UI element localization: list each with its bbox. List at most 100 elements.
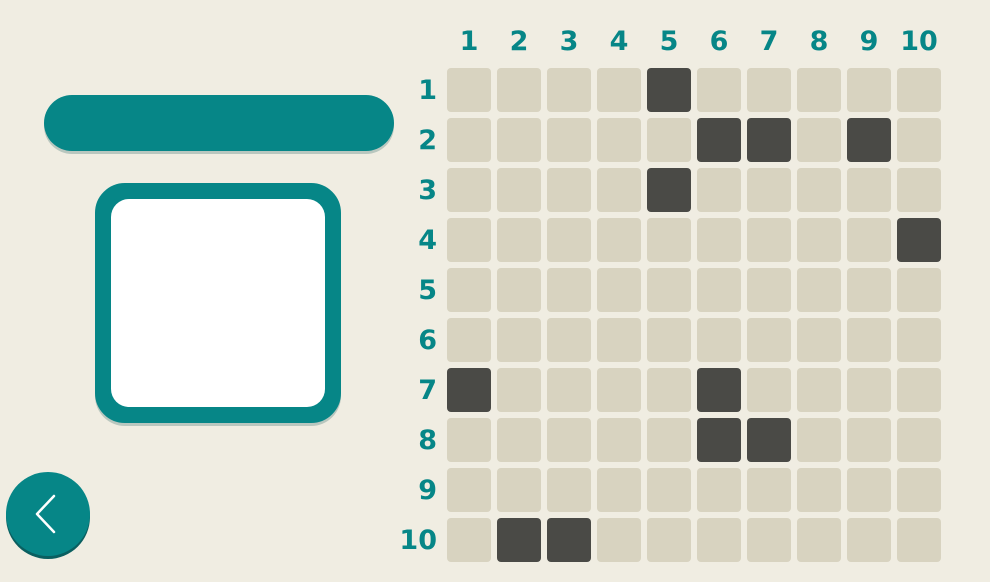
grid-cell-empty[interactable] bbox=[897, 418, 941, 462]
grid-cell-filled[interactable] bbox=[847, 118, 891, 162]
grid-cell-empty[interactable] bbox=[897, 118, 941, 162]
grid-cell-empty[interactable] bbox=[597, 168, 641, 212]
grid-cell-filled[interactable] bbox=[697, 368, 741, 412]
grid-cell-empty[interactable] bbox=[597, 518, 641, 562]
grid-cell-empty[interactable] bbox=[897, 318, 941, 362]
grid-cell-empty[interactable] bbox=[597, 218, 641, 262]
grid-cell-empty[interactable] bbox=[847, 218, 891, 262]
grid-cell-empty[interactable] bbox=[497, 468, 541, 512]
grid-cell-empty[interactable] bbox=[597, 368, 641, 412]
grid-cell-empty[interactable] bbox=[797, 418, 841, 462]
grid-cell-empty[interactable] bbox=[797, 118, 841, 162]
grid-cell-empty[interactable] bbox=[797, 218, 841, 262]
grid-cell-empty[interactable] bbox=[847, 68, 891, 112]
grid-cell-empty[interactable] bbox=[547, 318, 591, 362]
grid-cell-empty[interactable] bbox=[747, 218, 791, 262]
grid-cell-empty[interactable] bbox=[747, 468, 791, 512]
grid-cell-empty[interactable] bbox=[647, 118, 691, 162]
grid-cell-empty[interactable] bbox=[597, 418, 641, 462]
grid-cell-empty[interactable] bbox=[697, 518, 741, 562]
grid-cell-empty[interactable] bbox=[597, 468, 641, 512]
grid-cell-empty[interactable] bbox=[597, 118, 641, 162]
grid-cell-filled[interactable] bbox=[647, 168, 691, 212]
grid-cell-filled[interactable] bbox=[747, 418, 791, 462]
grid-cell-empty[interactable] bbox=[747, 518, 791, 562]
grid-cell-empty[interactable] bbox=[447, 518, 491, 562]
grid-cell-empty[interactable] bbox=[497, 318, 541, 362]
grid-cell-filled[interactable] bbox=[747, 118, 791, 162]
grid-cell-empty[interactable] bbox=[847, 368, 891, 412]
grid-cell-empty[interactable] bbox=[447, 268, 491, 312]
grid-cell-empty[interactable] bbox=[897, 68, 941, 112]
grid-cell-empty[interactable] bbox=[497, 368, 541, 412]
grid-cell-empty[interactable] bbox=[547, 368, 591, 412]
grid-cell-empty[interactable] bbox=[847, 318, 891, 362]
grid-cell-empty[interactable] bbox=[547, 218, 591, 262]
grid-cell-empty[interactable] bbox=[897, 268, 941, 312]
grid-cell-empty[interactable] bbox=[697, 68, 741, 112]
grid-cell-empty[interactable] bbox=[647, 518, 691, 562]
grid-cell-empty[interactable] bbox=[847, 468, 891, 512]
grid-cell-empty[interactable] bbox=[847, 268, 891, 312]
grid-cell-empty[interactable] bbox=[647, 418, 691, 462]
grid-cell-empty[interactable] bbox=[647, 468, 691, 512]
grid-cell-empty[interactable] bbox=[497, 168, 541, 212]
grid-cell-empty[interactable] bbox=[697, 268, 741, 312]
grid-cell-empty[interactable] bbox=[447, 68, 491, 112]
grid-cell-empty[interactable] bbox=[447, 418, 491, 462]
grid-cell-empty[interactable] bbox=[547, 268, 591, 312]
grid-cell-empty[interactable] bbox=[697, 168, 741, 212]
grid-cell-empty[interactable] bbox=[697, 468, 741, 512]
grid-cell-empty[interactable] bbox=[897, 368, 941, 412]
grid-cell-empty[interactable] bbox=[447, 168, 491, 212]
grid-cell-empty[interactable] bbox=[647, 368, 691, 412]
back-button[interactable] bbox=[6, 472, 90, 556]
grid-cell-empty[interactable] bbox=[797, 318, 841, 362]
grid-cell-filled[interactable] bbox=[547, 518, 591, 562]
grid-cell-empty[interactable] bbox=[697, 218, 741, 262]
grid-cell-filled[interactable] bbox=[647, 68, 691, 112]
grid-cell-filled[interactable] bbox=[447, 368, 491, 412]
grid-cell-empty[interactable] bbox=[897, 518, 941, 562]
grid-cell-empty[interactable] bbox=[897, 168, 941, 212]
grid-cell-empty[interactable] bbox=[497, 418, 541, 462]
grid-cell-empty[interactable] bbox=[697, 318, 741, 362]
grid-cell-empty[interactable] bbox=[647, 218, 691, 262]
grid-cell-empty[interactable] bbox=[747, 168, 791, 212]
grid-cell-empty[interactable] bbox=[647, 318, 691, 362]
grid-cell-empty[interactable] bbox=[547, 168, 591, 212]
grid-cell-empty[interactable] bbox=[497, 218, 541, 262]
grid-cell-empty[interactable] bbox=[747, 368, 791, 412]
grid-cell-empty[interactable] bbox=[547, 468, 591, 512]
grid-cell-empty[interactable] bbox=[647, 268, 691, 312]
grid-cell-empty[interactable] bbox=[597, 268, 641, 312]
grid-cell-empty[interactable] bbox=[847, 518, 891, 562]
grid-cell-empty[interactable] bbox=[897, 468, 941, 512]
grid-cell-empty[interactable] bbox=[547, 68, 591, 112]
grid-cell-filled[interactable] bbox=[697, 418, 741, 462]
grid-cell-empty[interactable] bbox=[447, 318, 491, 362]
grid-cell-empty[interactable] bbox=[747, 68, 791, 112]
grid-cell-empty[interactable] bbox=[597, 68, 641, 112]
grid-cell-empty[interactable] bbox=[447, 118, 491, 162]
grid-cell-empty[interactable] bbox=[797, 518, 841, 562]
grid-cell-filled[interactable] bbox=[897, 218, 941, 262]
grid-cell-empty[interactable] bbox=[547, 118, 591, 162]
grid-cell-empty[interactable] bbox=[497, 118, 541, 162]
grid-cell-empty[interactable] bbox=[497, 68, 541, 112]
grid-cell-empty[interactable] bbox=[747, 318, 791, 362]
grid-cell-empty[interactable] bbox=[447, 468, 491, 512]
grid-cell-empty[interactable] bbox=[797, 368, 841, 412]
grid-cell-empty[interactable] bbox=[847, 168, 891, 212]
grid-cell-filled[interactable] bbox=[497, 518, 541, 562]
grid-cell-empty[interactable] bbox=[447, 218, 491, 262]
grid-cell-empty[interactable] bbox=[797, 468, 841, 512]
grid-cell-empty[interactable] bbox=[597, 318, 641, 362]
grid-cell-empty[interactable] bbox=[797, 268, 841, 312]
grid-cell-empty[interactable] bbox=[547, 418, 591, 462]
grid-cell-empty[interactable] bbox=[747, 268, 791, 312]
grid-cell-empty[interactable] bbox=[847, 418, 891, 462]
grid-cell-filled[interactable] bbox=[697, 118, 741, 162]
grid-cell-empty[interactable] bbox=[497, 268, 541, 312]
grid-cell-empty[interactable] bbox=[797, 68, 841, 112]
